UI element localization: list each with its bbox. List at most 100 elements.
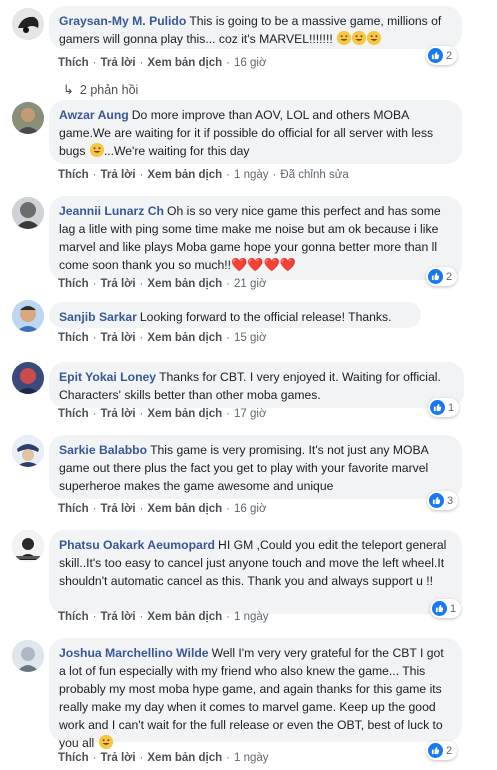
comment-author[interactable]: Sarkie Balabbo xyxy=(59,443,147,457)
like-count-badge[interactable]: 1 xyxy=(430,599,462,618)
user-avatar-icon xyxy=(12,435,44,467)
reply-button[interactable]: Trả lời xyxy=(101,503,136,515)
comment-actions: Thích · Trả lời · Xem bản dịch · 16 giờ xyxy=(58,503,267,515)
comment-actions: Thích · Trả lời · Xem bản dịch · 17 giờ xyxy=(58,408,267,420)
comment-time[interactable]: 1 ngày xyxy=(234,752,269,764)
thumbs-up-icon xyxy=(428,743,443,758)
reply-button[interactable]: Trả lời xyxy=(101,752,136,764)
like-button[interactable]: Thích xyxy=(58,332,89,344)
translate-button[interactable]: Xem bản dịch xyxy=(147,503,222,515)
like-count-badge[interactable]: 2 xyxy=(426,46,458,65)
like-count: 2 xyxy=(446,49,453,62)
comment-time[interactable]: 16 giờ xyxy=(234,57,266,69)
like-button[interactable]: Thích xyxy=(58,752,89,764)
edited-label[interactable]: Đã chỉnh sửa xyxy=(280,169,348,181)
comment-author[interactable]: Jeannii Lunarz Ch xyxy=(59,204,164,218)
thumbs-up-icon xyxy=(428,269,443,284)
comment-bubble: Sarkie Balabbo This game is very promisin… xyxy=(49,435,462,499)
like-count: 2 xyxy=(446,744,453,757)
thumbs-up-icon xyxy=(430,400,445,415)
replies-count-label: 2 phản hồi xyxy=(79,83,139,97)
avatar[interactable] xyxy=(12,435,44,467)
user-avatar-icon xyxy=(12,362,44,394)
comment-actions: Thích · Trả lời · Xem bản dịch · 1 ngày xyxy=(58,611,269,623)
like-button[interactable]: Thích xyxy=(58,278,89,290)
view-replies-link[interactable]: ↳ 2 phản hồi xyxy=(63,82,138,98)
hearts-emoji: ❤️❤️❤️❤️ xyxy=(231,257,296,272)
thumbs-up-icon xyxy=(429,493,444,508)
translate-button[interactable]: Xem bản dịch xyxy=(147,169,222,181)
comment-author[interactable]: Joshua Marchellino Wilde xyxy=(59,646,209,660)
comment-actions: Thích · Trả lời · Xem bản dịch · 1 ngày · Đã chỉ… xyxy=(58,169,349,181)
reply-button[interactable]: Trả lời xyxy=(101,408,136,420)
translate-button[interactable]: Xem bản dịch xyxy=(147,752,222,764)
comment-text-continued: ...We're waiting for this day xyxy=(103,144,250,158)
comment-time[interactable]: 17 giờ xyxy=(234,408,266,420)
user-avatar-icon xyxy=(12,197,44,229)
translate-button[interactable]: Xem bản dịch xyxy=(147,278,222,290)
grinning-face-icon xyxy=(89,143,104,157)
user-avatar-icon xyxy=(12,530,44,562)
comment-actions: Thích · Trả lời · Xem bản dịch · 16 giờ xyxy=(58,57,267,69)
translate-button[interactable]: Xem bản dịch xyxy=(147,611,222,623)
comment-actions: Thích · Trả lời · Xem bản dịch · 15 giờ xyxy=(58,332,267,344)
avatar[interactable] xyxy=(12,8,44,40)
avatar[interactable] xyxy=(12,102,44,134)
reply-button[interactable]: Trả lời xyxy=(101,57,136,69)
comment-author[interactable]: Sanjib Sarkar xyxy=(59,310,137,324)
like-count-badge[interactable]: 1 xyxy=(428,398,460,417)
comment-author[interactable]: Phatsu Oakark Aeumopard xyxy=(59,538,215,552)
like-count-badge[interactable]: 3 xyxy=(427,491,459,510)
like-button[interactable]: Thích xyxy=(58,408,89,420)
comment-bubble: Awzar Aung Do more improve than AOV, LOL … xyxy=(49,100,462,164)
reply-arrow-icon: ↳ xyxy=(63,82,74,97)
comment-bubble: Joshua Marchellino Wilde Well I'm very ve… xyxy=(49,638,462,750)
like-count: 3 xyxy=(447,494,454,507)
reply-button[interactable]: Trả lời xyxy=(101,611,136,623)
avatar[interactable] xyxy=(12,362,44,394)
comment-bubble: Epit Yokai Loney Thanks for CBT. I very e… xyxy=(49,362,464,408)
like-count-badge[interactable]: 2 xyxy=(426,267,458,286)
grinning-face-icon xyxy=(98,735,113,749)
avatar[interactable] xyxy=(12,300,44,332)
comment-time[interactable]: 21 giờ xyxy=(234,278,266,290)
comment-time[interactable]: 15 giờ xyxy=(234,332,266,344)
translate-button[interactable]: Xem bản dịch xyxy=(147,332,222,344)
comment-bubble: Graysan-My M. Pulido This is going to be … xyxy=(49,6,462,49)
grinning-face-icon xyxy=(337,31,352,45)
like-count: 2 xyxy=(446,270,453,283)
grinning-face-icon xyxy=(367,31,382,45)
comment-text: Well I'm very very grateful for the CBT … xyxy=(59,646,444,750)
reply-button[interactable]: Trả lời xyxy=(101,169,136,181)
like-button[interactable]: Thích xyxy=(58,57,89,69)
like-button[interactable]: Thích xyxy=(58,503,89,515)
comment-bubble: Phatsu Oakark Aeumopard HI GM ,Could you … xyxy=(49,530,462,614)
like-button[interactable]: Thích xyxy=(58,611,89,623)
comment-bubble: Jeannii Lunarz Ch Oh is so very nice game… xyxy=(49,196,462,280)
reply-button[interactable]: Trả lời xyxy=(101,278,136,290)
comment-time[interactable]: 1 ngày xyxy=(234,611,269,623)
like-button[interactable]: Thích xyxy=(58,169,89,181)
user-avatar-icon xyxy=(12,8,44,40)
comment-author[interactable]: Epit Yokai Loney xyxy=(59,370,156,384)
like-count-badge[interactable]: 2 xyxy=(426,741,458,760)
thumbs-up-icon xyxy=(432,601,447,616)
comment-text: Looking forward to the official release!… xyxy=(139,310,392,324)
like-count: 1 xyxy=(448,401,455,414)
avatar[interactable] xyxy=(12,530,44,562)
thumbs-up-icon xyxy=(428,48,443,63)
translate-button[interactable]: Xem bản dịch xyxy=(147,57,222,69)
avatar[interactable] xyxy=(12,197,44,229)
like-count: 1 xyxy=(450,602,457,615)
user-avatar-icon xyxy=(12,640,44,672)
comment-author[interactable]: Awzar Aung xyxy=(59,108,129,122)
comment-actions: Thích · Trả lời · Xem bản dịch · 1 ngày xyxy=(58,752,269,764)
grinning-face-icon xyxy=(352,31,367,45)
comment-time[interactable]: 1 ngày xyxy=(234,169,269,181)
translate-button[interactable]: Xem bản dịch xyxy=(147,408,222,420)
comment-time[interactable]: 16 giờ xyxy=(234,503,266,515)
reply-button[interactable]: Trả lời xyxy=(101,332,136,344)
comment-author[interactable]: Graysan-My M. Pulido xyxy=(59,14,186,28)
avatar[interactable] xyxy=(12,640,44,672)
user-avatar-icon xyxy=(12,300,44,332)
